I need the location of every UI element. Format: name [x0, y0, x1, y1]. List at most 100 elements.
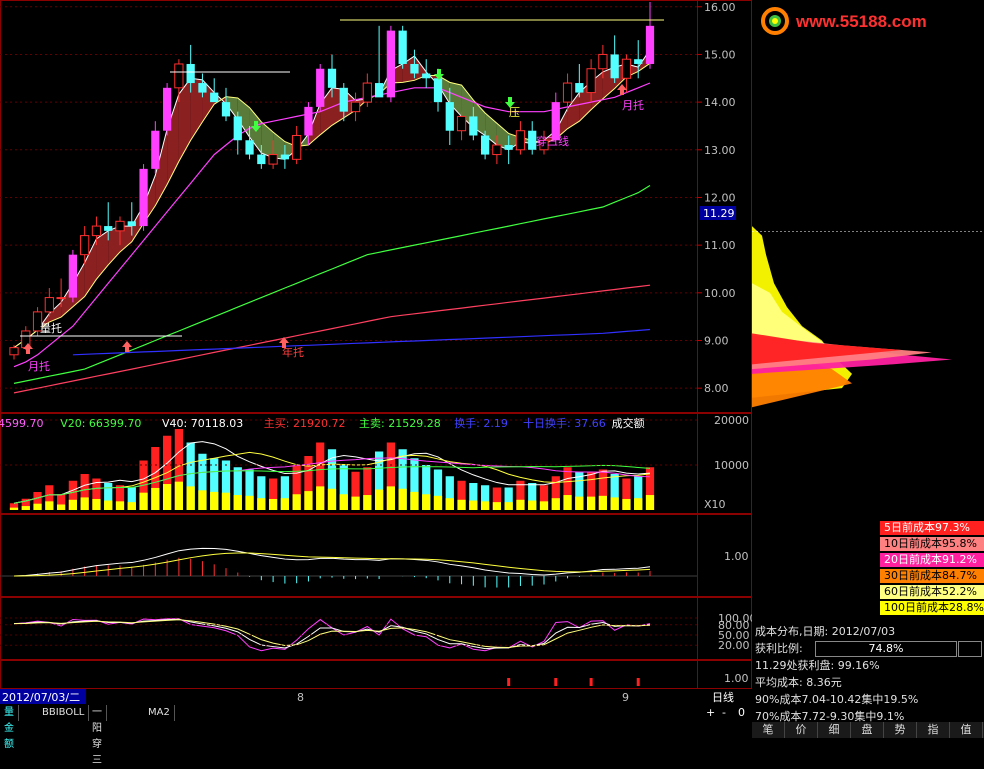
candle-body	[610, 54, 619, 79]
volume-bar-inner	[151, 487, 160, 510]
price-tick-label: 14.00	[704, 96, 736, 109]
volume-bar-inner	[586, 496, 596, 510]
right-tabs: 笔价细盘势指值	[752, 722, 984, 738]
annotation-ya: 压	[509, 106, 520, 119]
volume-bar-inner	[115, 501, 125, 510]
candle-body	[515, 130, 526, 151]
volume-bar-inner	[257, 498, 266, 510]
tab-ma2[interactable]: MA2	[144, 705, 175, 721]
signal-bar	[636, 678, 640, 686]
right-tab[interactable]: 值	[950, 722, 983, 738]
candle-body	[115, 220, 125, 232]
volume-header-item: 换手: 2.19	[454, 416, 508, 430]
candle-body	[292, 134, 302, 160]
price-tick-label: 9.00	[704, 334, 729, 347]
tab-bbiboll[interactable]: BBIBOLL	[38, 705, 90, 721]
volume-bar-inner	[610, 497, 619, 510]
volume-bar-inner	[410, 491, 419, 510]
price-tick-label: 15.00	[704, 48, 736, 61]
average-cost: 平均成本: 8.36元	[755, 676, 842, 689]
macd-panel: 1.00	[0, 547, 749, 588]
volume-bar-inner	[21, 506, 30, 510]
volume-bar-inner	[433, 495, 443, 510]
signal-bar	[589, 678, 593, 686]
candle-body	[422, 73, 431, 79]
volume-bar-inner	[422, 494, 431, 510]
candle-body	[186, 63, 195, 84]
volume-bar-inner	[162, 484, 172, 510]
cost-title: 成本分布,日期: 2012/07/03	[755, 625, 896, 638]
volume-bar-inner	[268, 498, 278, 510]
candle-body	[198, 83, 207, 93]
volume-header-item: 主买: 21920.72	[264, 417, 346, 430]
kdj-panel: 100.0080.0050.0020.00	[0, 612, 752, 652]
volume-bar-inner	[327, 488, 337, 510]
candle-body	[139, 168, 148, 227]
volume-bar-inner	[492, 502, 502, 510]
candle-body	[9, 347, 19, 356]
candle-body	[127, 221, 136, 227]
macd-tick-label: 1.00	[724, 550, 749, 563]
candle-body	[80, 235, 90, 256]
candle-body	[586, 68, 596, 94]
volume-bar-inner	[221, 492, 231, 510]
candle-body	[174, 63, 184, 89]
volume-header: 4599.70 V20: 66399.70 V40: 70118.03 主买: 219…	[0, 416, 645, 430]
candle-body	[151, 130, 160, 169]
cost-legend-item: 60日前成本52.2%	[880, 585, 984, 599]
price-axis: 16.00 15.00 14.00 13.00 12.00 11.00 10.00 9.00 8…	[697, 1, 736, 395]
volume-bar-inner	[198, 490, 207, 510]
volume-multiplier: X10	[704, 498, 726, 511]
candle-body	[492, 144, 502, 156]
cost-legend-item: 20日前成本91.2%	[880, 553, 984, 567]
candle-body	[162, 87, 172, 131]
candle-body	[645, 25, 655, 64]
right-tab[interactable]: 盘	[851, 722, 884, 738]
candle-body	[456, 115, 467, 132]
right-tab[interactable]: 指	[917, 722, 950, 738]
zoom-in-button[interactable]: +	[706, 706, 715, 719]
volume-bar-inner	[539, 501, 549, 510]
chip-distribution	[752, 226, 984, 408]
volume-bar-inner	[622, 498, 631, 510]
profit-value: 74.8%	[868, 642, 904, 655]
candle-body	[398, 30, 407, 64]
candles	[9, 2, 655, 360]
tab-volume-amount[interactable]: 量金额	[0, 705, 19, 750]
zoom-out-button[interactable]: -	[722, 706, 726, 719]
ma-line-ma250	[72, 328, 651, 356]
volume-bar-inner	[80, 497, 89, 510]
right-tab[interactable]: 笔	[752, 722, 785, 738]
candle-body	[445, 102, 454, 131]
candle-body	[233, 116, 242, 141]
price-tick-label: 10.00	[704, 287, 736, 300]
volume-bar-inner	[480, 501, 490, 510]
volume-bars	[9, 429, 655, 510]
right-tab[interactable]: 价	[785, 722, 818, 738]
signal-bar	[507, 678, 511, 686]
profit-bar-end	[958, 641, 982, 657]
right-tab[interactable]: 细	[818, 722, 851, 738]
candle-body	[575, 83, 584, 93]
candle-body	[210, 92, 219, 103]
volume-bar-inner	[186, 486, 195, 510]
volume-bar-inner	[45, 501, 54, 510]
price-tick-label: 8.00	[704, 382, 729, 395]
volume-bar-inner	[210, 491, 219, 510]
volume-tick-label: 10000	[714, 459, 749, 472]
signal-bar	[554, 678, 558, 686]
volume-bar-inner	[292, 494, 301, 510]
date-bar-bg	[0, 689, 752, 705]
zoom-controls: + - 0	[700, 706, 752, 721]
volume-bar-inner	[363, 495, 372, 510]
tab-yiyang-chuansan[interactable]: 一阳穿三	[88, 705, 107, 766]
candle-body	[280, 154, 290, 160]
volume-bar-inner	[56, 504, 66, 510]
right-tab[interactable]: 势	[884, 722, 917, 738]
period-label[interactable]: 日线	[712, 690, 734, 704]
candle-body	[362, 82, 372, 103]
volume-bar-inner	[351, 496, 360, 510]
zoom-reset-button[interactable]: 0	[738, 706, 745, 719]
main-chart[interactable]: 16.00 15.00 14.00 13.00 12.00 11.00 10.00 9.00 8…	[0, 0, 752, 738]
volume-bar-inner	[339, 494, 348, 510]
